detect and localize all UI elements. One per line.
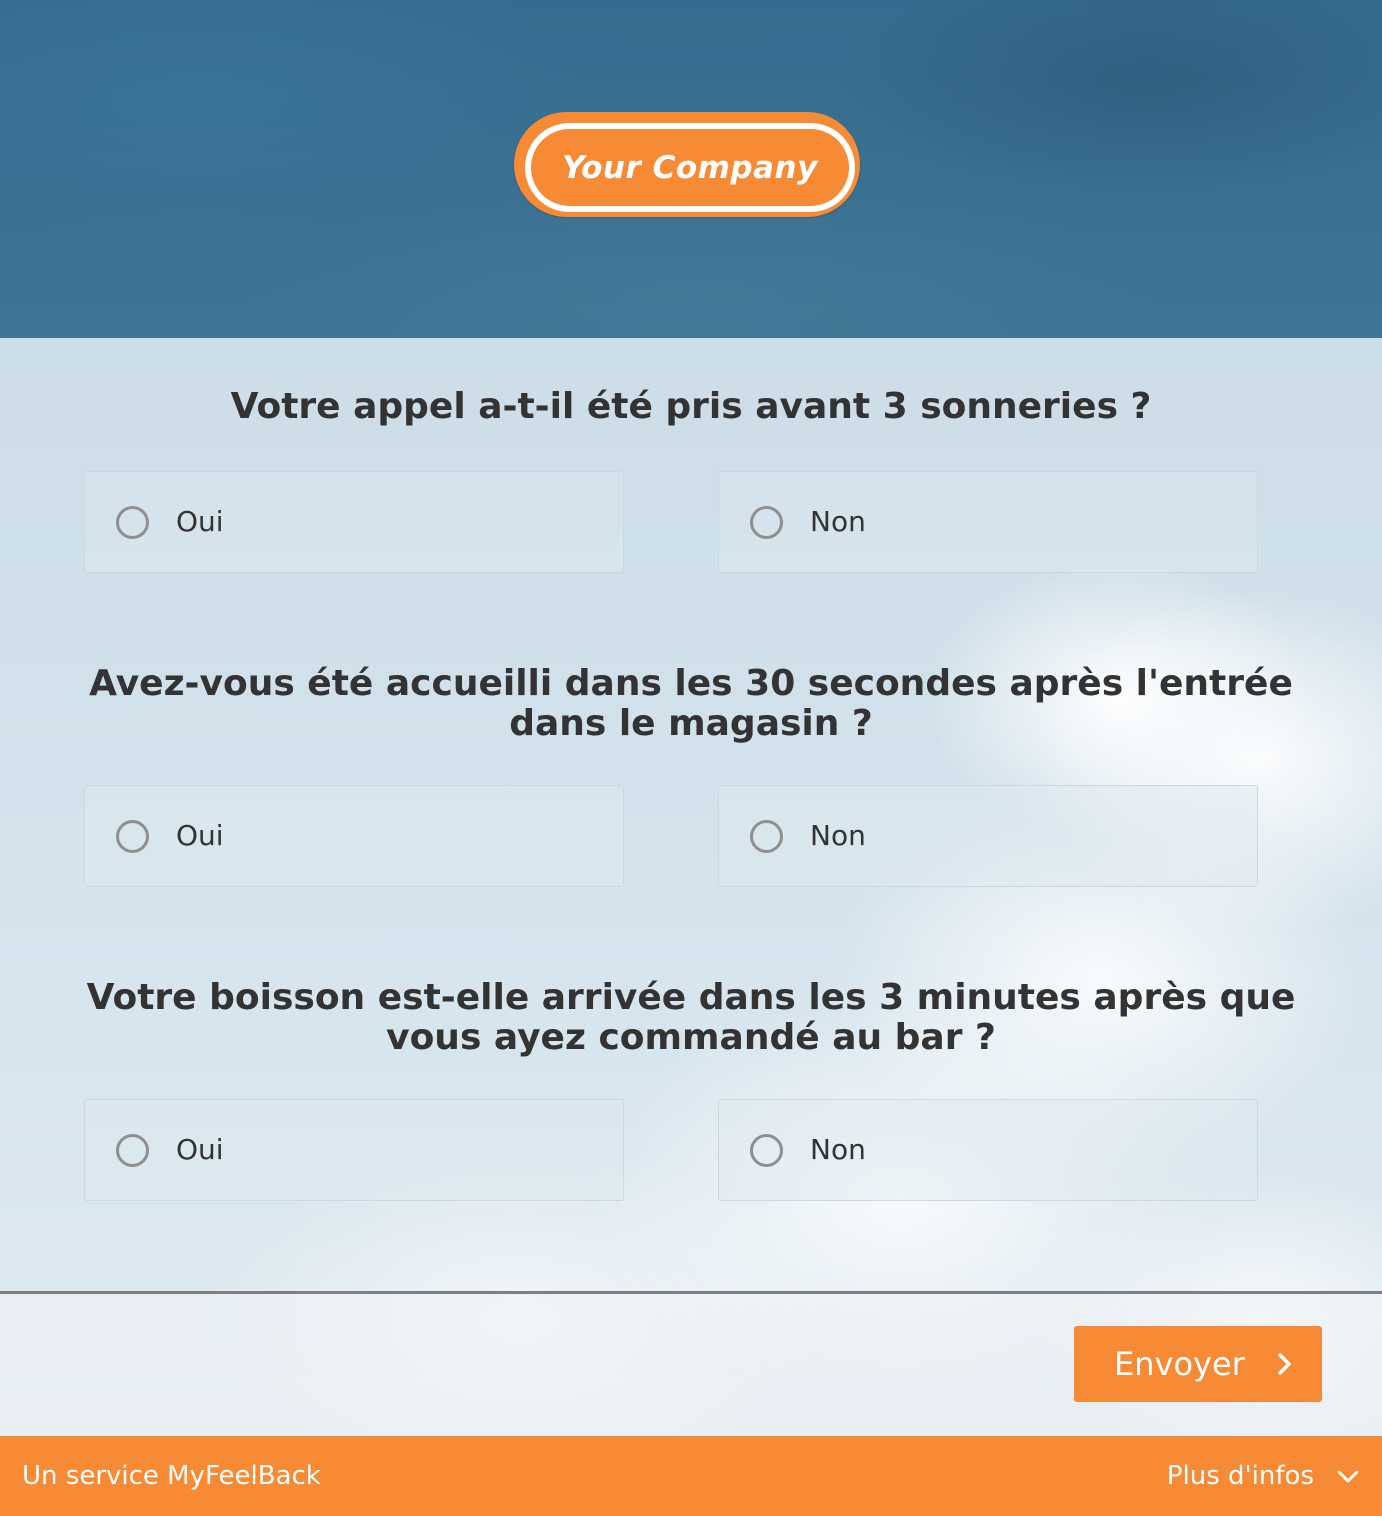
submit-button[interactable]: Envoyer [1074,1326,1322,1402]
option-oui[interactable]: Oui [84,1099,624,1201]
question-title: Votre appel a-t-il été pris avant 3 sonn… [230,386,1152,427]
header-banner: Your Company [0,0,1382,338]
option-label: Non [810,505,866,538]
option-non[interactable]: Non [718,785,1258,887]
radio-button[interactable] [116,1134,149,1167]
question-title: Votre boisson est-elle arrivée dans les … [86,977,1296,1058]
company-logo: Your Company [514,112,860,217]
option-label: Oui [176,819,224,852]
question-title: Avez-vous été accueilli dans les 30 seco… [89,663,1293,744]
option-label: Non [810,819,866,852]
option-oui[interactable]: Oui [84,785,624,887]
option-label: Non [810,1133,866,1166]
option-non[interactable]: Non [718,1099,1258,1201]
more-info-toggle[interactable]: Plus d'infos [1167,1458,1360,1494]
chevron-down-icon [1337,1470,1359,1483]
bottom-bar: Un service MyFeelBack Plus d'infos [0,1436,1382,1516]
radio-button[interactable] [750,820,783,853]
option-label: Oui [176,505,224,538]
radio-button[interactable] [750,1134,783,1167]
submit-label: Envoyer [1114,1345,1245,1383]
more-info-label: Plus d'infos [1166,1461,1314,1491]
option-non[interactable]: Non [718,471,1258,573]
radio-button[interactable] [750,506,783,539]
company-logo-badge: Your Company [525,123,855,212]
company-logo-text: Your Company [562,149,818,186]
radio-button[interactable] [116,506,149,539]
service-credit: Un service MyFeelBack [22,1461,321,1491]
option-oui[interactable]: Oui [84,471,624,573]
radio-button[interactable] [116,820,149,853]
chevron-right-icon [1278,1353,1291,1375]
option-label: Oui [176,1133,224,1166]
